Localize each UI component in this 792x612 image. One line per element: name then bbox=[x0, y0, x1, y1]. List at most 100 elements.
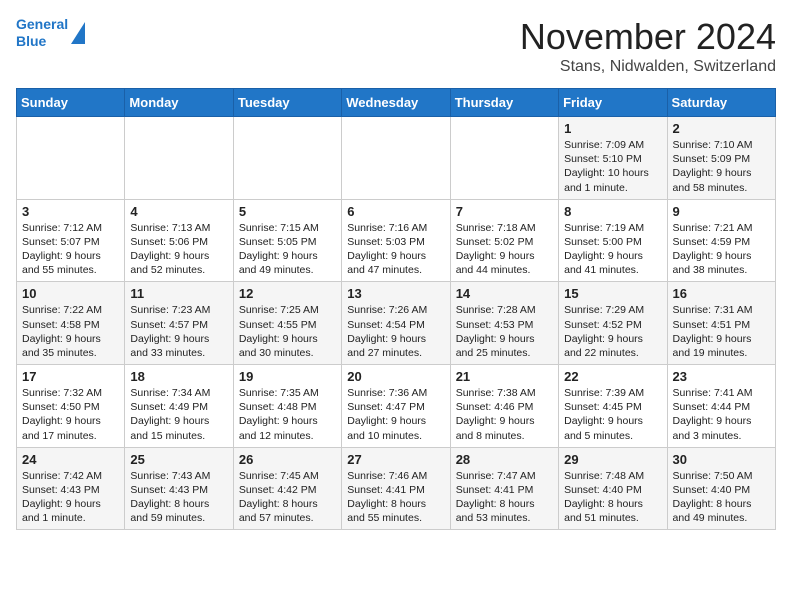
day-number: 18 bbox=[130, 369, 227, 384]
calendar-cell: 19 Sunrise: 7:35 AM Sunset: 4:48 PM Dayli… bbox=[233, 365, 341, 448]
day-info: Sunrise: 7:32 AM Sunset: 4:50 PM Dayligh… bbox=[22, 386, 119, 443]
day-info: Sunrise: 7:25 AM Sunset: 4:55 PM Dayligh… bbox=[239, 303, 336, 360]
day-info: Sunrise: 7:16 AM Sunset: 5:03 PM Dayligh… bbox=[347, 221, 444, 278]
calendar-cell: 20 Sunrise: 7:36 AM Sunset: 4:47 PM Dayli… bbox=[342, 365, 450, 448]
calendar-cell: 5Sunrise: 7:15 AM Sunset: 5:05 PM Daylig… bbox=[233, 199, 341, 282]
calendar-cell: 7 Sunrise: 7:18 AM Sunset: 5:02 PM Daylig… bbox=[450, 199, 558, 282]
day-number: 8 bbox=[564, 204, 661, 219]
day-info: Sunrise: 7:36 AM Sunset: 4:47 PM Dayligh… bbox=[347, 386, 444, 443]
day-number: 28 bbox=[456, 452, 553, 467]
day-number: 15 bbox=[564, 286, 661, 301]
calendar-week-row: 3Sunrise: 7:12 AM Sunset: 5:07 PM Daylig… bbox=[17, 199, 776, 282]
day-info: Sunrise: 7:41 AM Sunset: 4:44 PM Dayligh… bbox=[673, 386, 770, 443]
calendar-cell: 21 Sunrise: 7:38 AM Sunset: 4:46 PM Dayli… bbox=[450, 365, 558, 448]
logo-triangle-icon bbox=[71, 22, 85, 44]
weekday-header-sunday: Sunday bbox=[17, 89, 125, 117]
day-number: 14 bbox=[456, 286, 553, 301]
weekday-header-row: SundayMondayTuesdayWednesdayThursdayFrid… bbox=[17, 89, 776, 117]
calendar-cell: 24 Sunrise: 7:42 AM Sunset: 4:43 PM Dayli… bbox=[17, 447, 125, 530]
calendar-cell bbox=[233, 117, 341, 200]
calendar-cell: 17 Sunrise: 7:32 AM Sunset: 4:50 PM Dayli… bbox=[17, 365, 125, 448]
calendar-table: SundayMondayTuesdayWednesdayThursdayFrid… bbox=[16, 88, 776, 530]
day-info: Sunrise: 7:47 AM Sunset: 4:41 PM Dayligh… bbox=[456, 469, 553, 526]
calendar-cell: 4 Sunrise: 7:13 AM Sunset: 5:06 PM Daylig… bbox=[125, 199, 233, 282]
day-number: 11 bbox=[130, 286, 227, 301]
day-info: Sunrise: 7:22 AM Sunset: 4:58 PM Dayligh… bbox=[22, 303, 119, 360]
day-info: Sunrise: 7:31 AM Sunset: 4:51 PM Dayligh… bbox=[673, 303, 770, 360]
calendar-cell: 26 Sunrise: 7:45 AM Sunset: 4:42 PM Dayli… bbox=[233, 447, 341, 530]
day-info: Sunrise: 7:19 AM Sunset: 5:00 PM Dayligh… bbox=[564, 221, 661, 278]
day-info: Sunrise: 7:21 AM Sunset: 4:59 PM Dayligh… bbox=[673, 221, 770, 278]
day-info: Sunrise: 7:50 AM Sunset: 4:40 PM Dayligh… bbox=[673, 469, 770, 526]
day-info: Sunrise: 7:45 AM Sunset: 4:42 PM Dayligh… bbox=[239, 469, 336, 526]
day-number: 4 bbox=[130, 204, 227, 219]
calendar-cell: 9Sunrise: 7:21 AM Sunset: 4:59 PM Daylig… bbox=[667, 199, 775, 282]
day-info: Sunrise: 7:35 AM Sunset: 4:48 PM Dayligh… bbox=[239, 386, 336, 443]
calendar-cell: 10Sunrise: 7:22 AM Sunset: 4:58 PM Dayli… bbox=[17, 282, 125, 365]
day-number: 24 bbox=[22, 452, 119, 467]
day-number: 1 bbox=[564, 121, 661, 136]
title-area: November 2024 Stans, Nidwalden, Switzerl… bbox=[520, 16, 776, 76]
calendar-cell: 30 Sunrise: 7:50 AM Sunset: 4:40 PM Dayli… bbox=[667, 447, 775, 530]
day-number: 17 bbox=[22, 369, 119, 384]
day-info: Sunrise: 7:10 AM Sunset: 5:09 PM Dayligh… bbox=[673, 138, 770, 195]
weekday-header-friday: Friday bbox=[559, 89, 667, 117]
day-number: 20 bbox=[347, 369, 444, 384]
calendar-cell: 2 Sunrise: 7:10 AM Sunset: 5:09 PM Daylig… bbox=[667, 117, 775, 200]
weekday-header-saturday: Saturday bbox=[667, 89, 775, 117]
day-number: 7 bbox=[456, 204, 553, 219]
calendar-cell: 18 Sunrise: 7:34 AM Sunset: 4:49 PM Dayli… bbox=[125, 365, 233, 448]
day-info: Sunrise: 7:18 AM Sunset: 5:02 PM Dayligh… bbox=[456, 221, 553, 278]
page-header: GeneralBlue November 2024 Stans, Nidwald… bbox=[16, 16, 776, 76]
day-number: 3 bbox=[22, 204, 119, 219]
day-info: Sunrise: 7:28 AM Sunset: 4:53 PM Dayligh… bbox=[456, 303, 553, 360]
day-number: 23 bbox=[673, 369, 770, 384]
day-number: 12 bbox=[239, 286, 336, 301]
day-number: 22 bbox=[564, 369, 661, 384]
day-info: Sunrise: 7:43 AM Sunset: 4:43 PM Dayligh… bbox=[130, 469, 227, 526]
day-number: 21 bbox=[456, 369, 553, 384]
day-number: 27 bbox=[347, 452, 444, 467]
day-info: Sunrise: 7:29 AM Sunset: 4:52 PM Dayligh… bbox=[564, 303, 661, 360]
calendar-cell: 15 Sunrise: 7:29 AM Sunset: 4:52 PM Dayli… bbox=[559, 282, 667, 365]
day-number: 25 bbox=[130, 452, 227, 467]
day-number: 19 bbox=[239, 369, 336, 384]
day-number: 13 bbox=[347, 286, 444, 301]
day-info: Sunrise: 7:46 AM Sunset: 4:41 PM Dayligh… bbox=[347, 469, 444, 526]
logo-text: GeneralBlue bbox=[16, 16, 68, 50]
day-info: Sunrise: 7:23 AM Sunset: 4:57 PM Dayligh… bbox=[130, 303, 227, 360]
calendar-week-row: 17 Sunrise: 7:32 AM Sunset: 4:50 PM Dayli… bbox=[17, 365, 776, 448]
weekday-header-tuesday: Tuesday bbox=[233, 89, 341, 117]
weekday-header-thursday: Thursday bbox=[450, 89, 558, 117]
calendar-week-row: 10Sunrise: 7:22 AM Sunset: 4:58 PM Dayli… bbox=[17, 282, 776, 365]
location-subtitle: Stans, Nidwalden, Switzerland bbox=[520, 58, 776, 76]
calendar-cell: 12 Sunrise: 7:25 AM Sunset: 4:55 PM Dayli… bbox=[233, 282, 341, 365]
day-number: 26 bbox=[239, 452, 336, 467]
calendar-cell: 3Sunrise: 7:12 AM Sunset: 5:07 PM Daylig… bbox=[17, 199, 125, 282]
day-number: 30 bbox=[673, 452, 770, 467]
day-info: Sunrise: 7:48 AM Sunset: 4:40 PM Dayligh… bbox=[564, 469, 661, 526]
calendar-week-row: 24 Sunrise: 7:42 AM Sunset: 4:43 PM Dayli… bbox=[17, 447, 776, 530]
logo: GeneralBlue bbox=[16, 16, 85, 50]
day-info: Sunrise: 7:26 AM Sunset: 4:54 PM Dayligh… bbox=[347, 303, 444, 360]
calendar-cell: 13 Sunrise: 7:26 AM Sunset: 4:54 PM Dayli… bbox=[342, 282, 450, 365]
day-info: Sunrise: 7:13 AM Sunset: 5:06 PM Dayligh… bbox=[130, 221, 227, 278]
calendar-cell: 14 Sunrise: 7:28 AM Sunset: 4:53 PM Dayli… bbox=[450, 282, 558, 365]
day-info: Sunrise: 7:38 AM Sunset: 4:46 PM Dayligh… bbox=[456, 386, 553, 443]
calendar-cell: 8 Sunrise: 7:19 AM Sunset: 5:00 PM Daylig… bbox=[559, 199, 667, 282]
day-number: 6 bbox=[347, 204, 444, 219]
day-info: Sunrise: 7:42 AM Sunset: 4:43 PM Dayligh… bbox=[22, 469, 119, 526]
weekday-header-monday: Monday bbox=[125, 89, 233, 117]
calendar-cell bbox=[17, 117, 125, 200]
calendar-cell: 27 Sunrise: 7:46 AM Sunset: 4:41 PM Dayli… bbox=[342, 447, 450, 530]
day-number: 16 bbox=[673, 286, 770, 301]
day-info: Sunrise: 7:34 AM Sunset: 4:49 PM Dayligh… bbox=[130, 386, 227, 443]
calendar-cell: 23 Sunrise: 7:41 AM Sunset: 4:44 PM Dayli… bbox=[667, 365, 775, 448]
month-title: November 2024 bbox=[520, 16, 776, 58]
calendar-cell: 25 Sunrise: 7:43 AM Sunset: 4:43 PM Dayli… bbox=[125, 447, 233, 530]
day-number: 29 bbox=[564, 452, 661, 467]
calendar-week-row: 1Sunrise: 7:09 AM Sunset: 5:10 PM Daylig… bbox=[17, 117, 776, 200]
day-number: 2 bbox=[673, 121, 770, 136]
calendar-cell bbox=[450, 117, 558, 200]
calendar-cell bbox=[342, 117, 450, 200]
